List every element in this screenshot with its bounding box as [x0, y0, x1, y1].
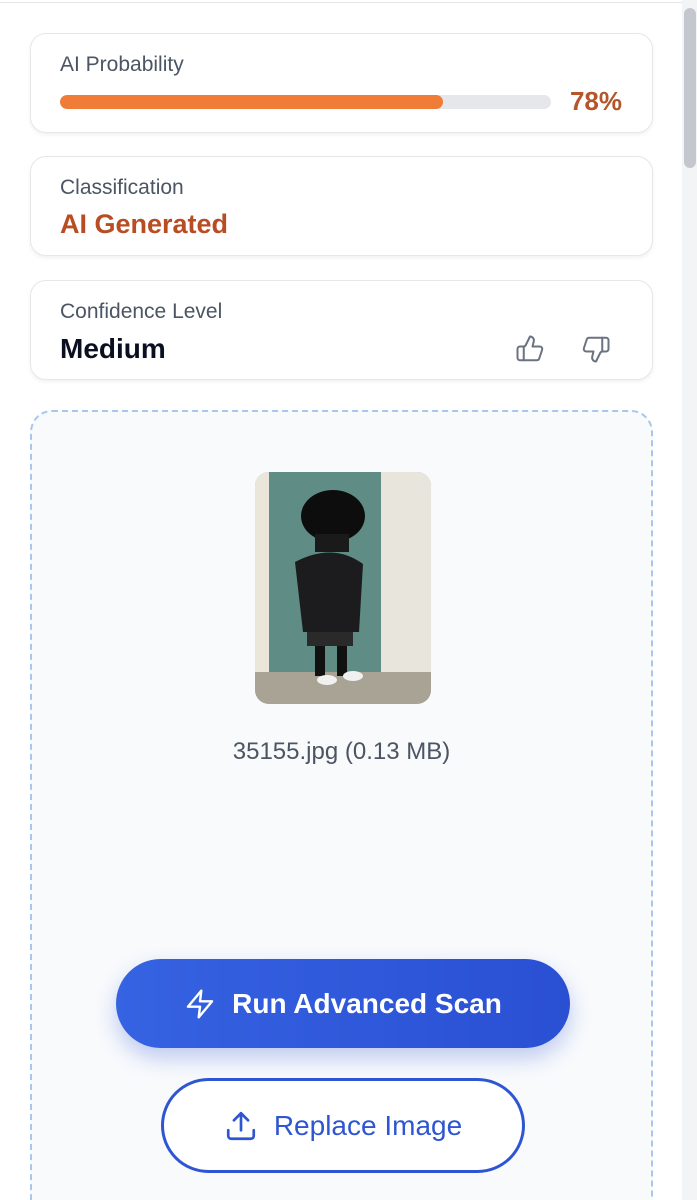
classification-label: Classification — [60, 176, 184, 199]
image-preview — [255, 472, 431, 704]
upload-dropzone[interactable]: 35155.jpg (0.13 MB) Run Advanced Scan Re… — [30, 410, 653, 1200]
classification-card: Classification AI Generated — [30, 156, 653, 256]
ai-probability-value: 78% — [569, 86, 622, 116]
scrollbar[interactable] — [682, 0, 697, 1200]
confidence-value: Medium — [60, 333, 166, 364]
ai-probability-card: AI Probability 78% — [30, 33, 653, 133]
scrollbar-thumb[interactable] — [684, 8, 696, 168]
lightning-icon — [186, 988, 214, 1019]
run-advanced-scan-label: Run Advanced Scan — [232, 987, 502, 1019]
file-info: 35155.jpg (0.13 MB) — [232, 738, 451, 765]
top-divider — [0, 0, 682, 3]
upload-icon — [226, 1111, 255, 1140]
ai-probability-bar — [60, 95, 551, 109]
thumbs-down-button[interactable] — [579, 332, 613, 366]
run-advanced-scan-button[interactable]: Run Advanced Scan — [116, 959, 570, 1048]
confidence-card: Confidence Level Medium — [30, 280, 653, 380]
thumbs-up-icon — [516, 335, 544, 362]
ai-probability-bar-fill — [60, 95, 443, 109]
classification-value: AI Generated — [60, 209, 229, 239]
replace-image-button[interactable]: Replace Image — [161, 1078, 525, 1173]
ai-probability-label: AI Probability — [60, 53, 184, 76]
thumbs-up-button[interactable] — [513, 332, 547, 366]
page: AI Probability 78% Classification AI Gen… — [0, 0, 697, 1200]
replace-image-label: Replace Image — [273, 1109, 463, 1141]
thumbs-down-icon — [582, 336, 610, 363]
confidence-label: Confidence Level — [60, 300, 223, 323]
